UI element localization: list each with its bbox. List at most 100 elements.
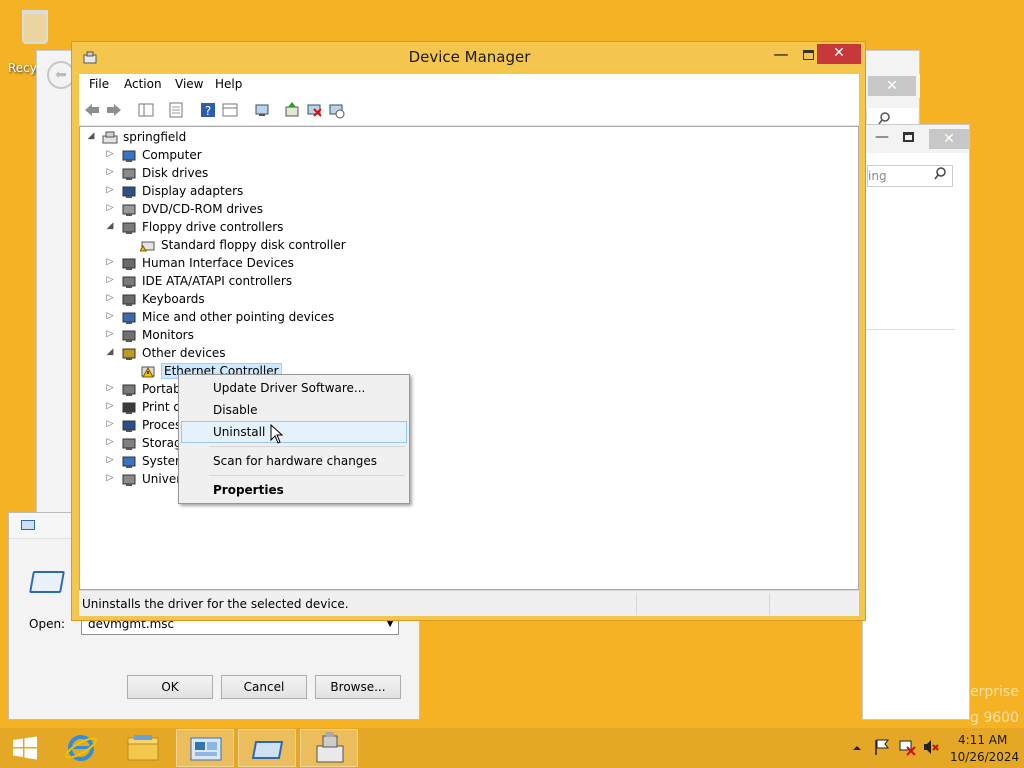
run-large-icon <box>29 571 65 593</box>
background-minimize-button[interactable]: — <box>875 129 889 145</box>
expand-arrow-icon[interactable]: ▷ <box>105 383 115 393</box>
run-icon <box>21 520 35 530</box>
view-icon[interactable] <box>221 101 239 119</box>
tree-item-label: Keyboards <box>142 292 205 306</box>
minimize-button[interactable]: — <box>768 46 794 66</box>
action-center-flag-icon[interactable] <box>874 738 890 756</box>
menu-item-properties[interactable]: Properties <box>181 479 407 501</box>
scan-hardware-icon[interactable] <box>253 101 271 119</box>
background-maximize-button[interactable] <box>903 132 914 142</box>
show-hidden-icons-icon[interactable] <box>852 742 862 752</box>
menu-item-disable[interactable]: Disable <box>181 399 407 421</box>
menu-view[interactable]: View <box>175 77 203 91</box>
expand-arrow-icon[interactable]: ▷ <box>105 311 115 321</box>
device-icon <box>121 202 137 217</box>
device-manager-taskbar-icon[interactable] <box>300 729 358 767</box>
volume-muted-icon[interactable] <box>922 738 940 756</box>
tree-item-label: Computer <box>142 148 202 162</box>
network-icon[interactable] <box>898 738 916 756</box>
menu-file[interactable]: File <box>89 77 109 91</box>
tree-item-label: Univer <box>142 472 182 486</box>
search-icon <box>934 167 946 187</box>
clock-time[interactable]: 4:11 AM <box>958 733 1007 747</box>
back-icon[interactable] <box>83 101 101 119</box>
tree-item-label: Storag <box>142 436 182 450</box>
computer-root-icon <box>102 130 118 145</box>
device-icon <box>121 166 137 181</box>
device-icon <box>121 256 137 271</box>
menu-help[interactable]: Help <box>215 77 242 91</box>
expand-arrow-icon[interactable]: ▷ <box>105 329 115 339</box>
close-button[interactable]: ✕ <box>817 44 861 64</box>
device-icon <box>121 292 137 307</box>
browse-button[interactable]: Browse... <box>315 675 401 699</box>
device-icon <box>121 310 137 325</box>
context-menu: Update Driver Software... Disable Uninst… <box>178 374 410 504</box>
tree-item-label: Other devices <box>142 346 226 360</box>
collapse-arrow-icon[interactable]: ◢ <box>105 221 115 231</box>
expand-arrow-icon[interactable]: ▷ <box>105 437 115 447</box>
collapse-arrow-icon[interactable]: ◢ <box>105 347 115 357</box>
expand-arrow-icon[interactable]: ▷ <box>105 473 115 483</box>
expand-arrow-icon[interactable]: ▷ <box>105 293 115 303</box>
ok-button[interactable]: OK <box>127 675 213 699</box>
device-icon <box>121 184 137 199</box>
expand-arrow-icon[interactable]: ▷ <box>105 419 115 429</box>
collapse-arrow-icon[interactable]: ◢ <box>86 131 96 141</box>
status-divider <box>769 593 770 615</box>
start-button[interactable] <box>2 729 48 767</box>
properties-sheet-icon[interactable] <box>167 101 185 119</box>
device-icon <box>139 238 156 253</box>
run-taskbar-icon[interactable] <box>238 729 296 767</box>
device-icon <box>121 148 137 163</box>
expand-arrow-icon[interactable]: ▷ <box>105 257 115 267</box>
taskbar <box>0 728 1024 768</box>
cancel-button[interactable]: Cancel <box>221 675 307 699</box>
tree-item-label: Monitors <box>142 328 194 342</box>
internet-explorer-icon[interactable] <box>52 729 110 767</box>
menu-item-uninstall[interactable]: Uninstall <box>181 421 407 443</box>
device-icon <box>140 364 156 379</box>
expand-arrow-icon[interactable]: ▷ <box>105 401 115 411</box>
device-icon <box>121 382 137 397</box>
menu-item-update-driver[interactable]: Update Driver Software... <box>181 377 407 399</box>
tree-item-label: DVD/CD-ROM drives <box>142 202 264 216</box>
device-icon <box>121 418 137 433</box>
tree-root-label: springfield <box>123 130 187 144</box>
menu-action[interactable]: Action <box>124 77 162 91</box>
expand-arrow-icon[interactable]: ▷ <box>105 149 115 159</box>
tree-item-label: Floppy drive controllers <box>142 220 284 234</box>
show-hide-console-tree-icon[interactable] <box>137 101 155 119</box>
status-divider <box>636 593 637 615</box>
device-tree: ◢ springfield ▷ Computer ▷ Disk drives ▷ Displa… <box>79 126 859 590</box>
background-window-close-button[interactable]: ✕ <box>868 76 916 96</box>
file-explorer-icon[interactable] <box>114 729 172 767</box>
expand-arrow-icon[interactable]: ▷ <box>105 185 115 195</box>
device-icon <box>121 220 137 235</box>
tree-item-label: Display adapters <box>142 184 244 198</box>
background-search-input[interactable]: ing <box>867 165 953 187</box>
recycle-bin-label: Recy <box>8 61 37 75</box>
tree-item-label: Portab <box>142 382 181 396</box>
clock-date[interactable]: 10/26/2024 <box>950 750 1019 764</box>
background-close-button[interactable]: ✕ <box>929 129 969 149</box>
expand-arrow-icon[interactable]: ▷ <box>105 203 115 213</box>
watermark-edition: erprise <box>970 684 1019 700</box>
expand-arrow-icon[interactable]: ▷ <box>105 167 115 177</box>
menu-separator <box>209 446 405 447</box>
uninstall-device-icon[interactable] <box>305 101 323 119</box>
open-label: Open: <box>29 617 66 631</box>
tree-item-label: Mice and other pointing devices <box>142 310 335 324</box>
enable-device-icon[interactable] <box>327 101 345 119</box>
window-title: Device Manager <box>408 48 531 66</box>
device-icon <box>121 454 137 469</box>
expand-arrow-icon[interactable]: ▷ <box>105 275 115 285</box>
update-driver-icon[interactable] <box>283 101 301 119</box>
forward-icon[interactable] <box>105 101 123 119</box>
background-divider <box>863 329 955 330</box>
control-panel-icon[interactable] <box>176 729 234 767</box>
menu-item-scan-hardware[interactable]: Scan for hardware changes <box>181 450 407 472</box>
expand-arrow-icon[interactable]: ▷ <box>105 455 115 465</box>
device-icon <box>121 436 137 451</box>
help-icon[interactable]: ? <box>199 101 217 119</box>
